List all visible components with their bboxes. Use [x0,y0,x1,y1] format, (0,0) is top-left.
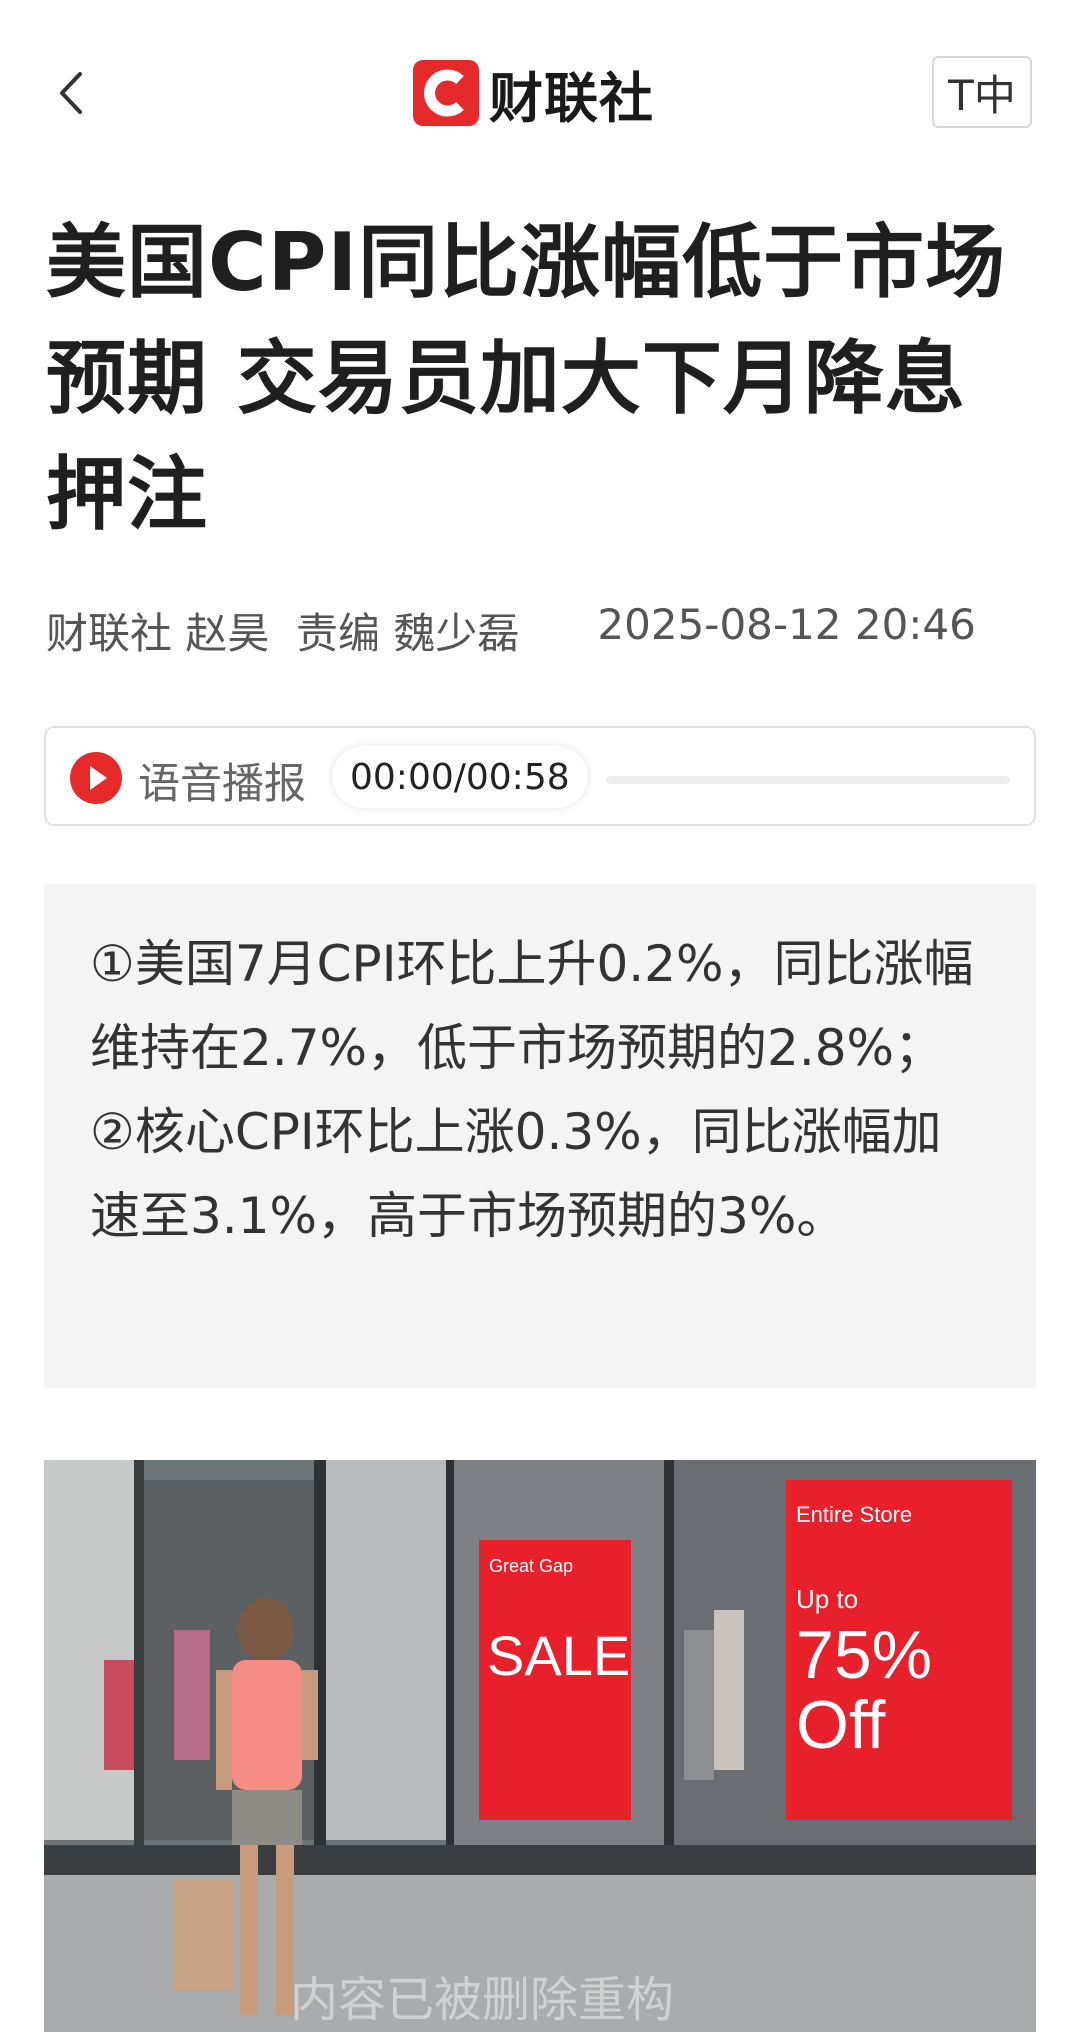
storefront-photo: Great Gap SALE Entire Store Up to 75% Of… [44,1460,1036,2032]
summary-point-1: ①美国7月CPI环比上升0.2%，同比涨幅维持在2.7%，低于市场预期的2.8%… [90,935,974,1077]
back-button[interactable] [52,68,92,118]
logo-text: 财联社 [489,66,654,130]
article-image[interactable]: Great Gap SALE Entire Store Up to 75% Of… [44,1460,1036,2032]
chevron-left-icon [60,72,82,114]
sign-right-off-text: Off [796,1687,886,1763]
article-title: 美国CPI同比涨幅低于市场预期 交易员加大下月降息押注 [46,216,1007,541]
font-size-button[interactable]: T中 [932,56,1032,128]
article-summary: ①美国7月CPI环比上升0.2%，同比涨幅维持在2.7%，低于市场预期的2.8%… [44,884,1036,1388]
top-bar: 财联社 T中 [0,0,1080,190]
audio-label: 语音播报 [138,759,307,808]
image-watermark: 内容已被删除重构 [290,1972,675,2028]
logo-c-icon [413,60,479,126]
app-logo: 财联社 [413,58,654,130]
publish-time: 2025-08-12 20:46 [597,600,976,649]
sign-right-upto-text: Up to [796,1584,858,1614]
audio-time-display: 00:00/00:58 [332,746,588,808]
sign-left-small-text: Great Gap [489,1556,573,1576]
play-button[interactable] [70,752,122,804]
article-byline: 财联社 赵昊 责编 魏少磊 2025-08-12 20:46 [46,600,1046,661]
audio-progress-slider[interactable] [606,776,1010,784]
play-icon [90,766,107,790]
audio-player: 语音播报 00:00/00:58 [44,726,1036,826]
author-info: 财联社 赵昊 责编 魏少磊 [46,609,520,658]
sign-right-big-text: 75% [796,1617,932,1693]
sign-right-small-text: Entire Store [796,1502,912,1527]
sign-left-big-text: SALE [487,1624,630,1687]
summary-point-2: ②核心CPI环比上涨0.3%，同比涨幅加速至3.1%，高于市场预期的3%。 [90,1103,942,1245]
